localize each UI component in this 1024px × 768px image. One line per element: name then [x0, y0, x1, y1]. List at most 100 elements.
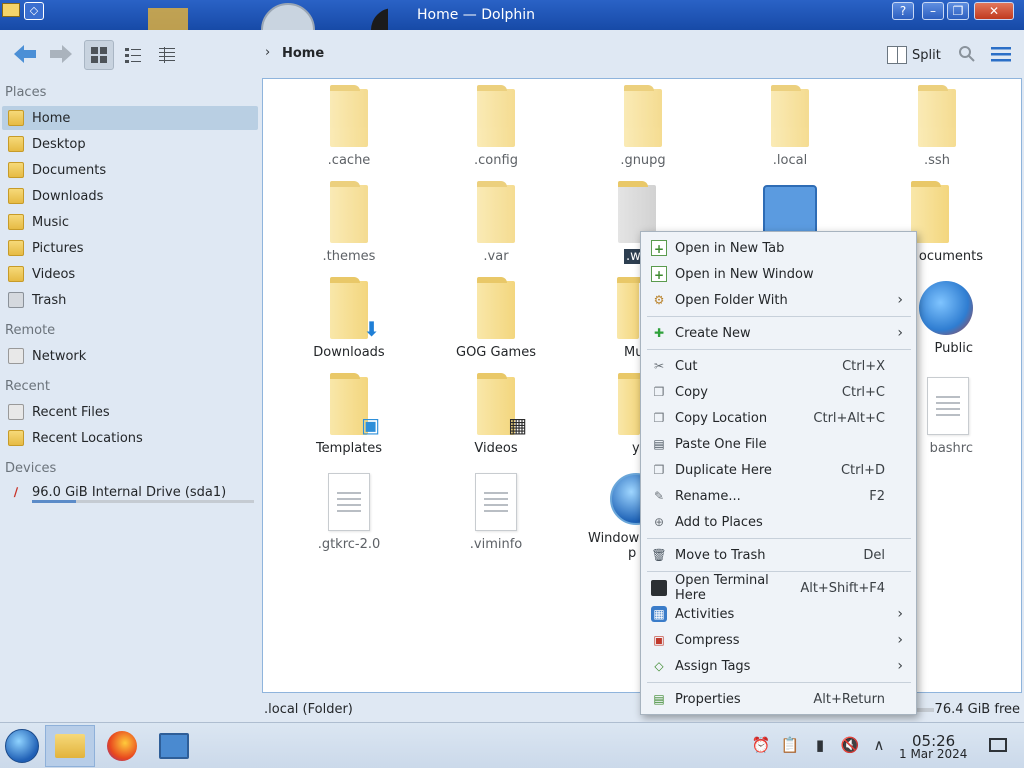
forward-button[interactable]	[46, 40, 76, 68]
menu-label: Open Terminal Here	[675, 573, 769, 603]
menu-separator	[647, 571, 911, 572]
menu-open-terminal-here[interactable]: Open Terminal Here Alt+Shift+F4	[645, 573, 913, 603]
menu-activities[interactable]: ▦ Activities ›	[645, 601, 913, 627]
menu-create-new[interactable]: ✚ Create New ›	[645, 320, 913, 346]
start-menu-icon[interactable]	[5, 729, 39, 763]
split-button[interactable]: Split	[887, 44, 941, 66]
place-label: Trash	[32, 292, 67, 308]
file-item[interactable]: .cache	[294, 85, 404, 168]
place-label: Home	[32, 110, 71, 126]
icons-view-button[interactable]	[84, 40, 114, 70]
submenu-arrow-icon: ›	[897, 606, 903, 622]
task-firefox[interactable]	[97, 725, 147, 767]
place-home[interactable]: Home	[2, 106, 258, 130]
menu-add-to-places[interactable]: ⊕ Add to Places	[645, 509, 913, 535]
menu-shortcut: Ctrl+Alt+C	[813, 410, 885, 426]
folder-app-icon[interactable]	[2, 3, 20, 17]
task-dolphin[interactable]	[45, 725, 95, 767]
file-item[interactable]: ▦ Videos	[441, 373, 551, 456]
file-item[interactable]: Window p	[588, 473, 662, 561]
menu-shortcut: Ctrl+C	[841, 384, 885, 400]
tray-expand-icon[interactable]: ∧	[869, 735, 889, 755]
menu-duplicate-here[interactable]: ❐ Duplicate Here Ctrl+D	[645, 457, 913, 483]
menu-open-in-new-tab[interactable]: + Open in New Tab	[645, 235, 913, 261]
breadcrumb-home[interactable]: Home	[282, 46, 324, 61]
music-folder-icon	[8, 214, 24, 230]
recent-files-icon	[8, 404, 24, 420]
place-network[interactable]: Network	[2, 344, 258, 368]
file-item-selected[interactable]: .w	[588, 181, 656, 264]
place-trash[interactable]: Trash	[2, 288, 258, 312]
file-item[interactable]: .ssh	[882, 85, 992, 168]
system-settings-icon	[159, 733, 189, 759]
hamburger-menu-button[interactable]	[989, 40, 1013, 68]
menu-copy[interactable]: ❐ Copy Ctrl+C	[645, 379, 913, 405]
file-item[interactable]: .gtkrc-2.0	[294, 473, 404, 552]
menu-label: Paste One File	[675, 436, 767, 452]
search-button[interactable]	[955, 40, 979, 68]
file-item[interactable]: .var	[441, 181, 551, 264]
show-desktop-icon[interactable]	[989, 738, 1007, 752]
file-item[interactable]: .gnupg	[588, 85, 698, 168]
videos-folder-icon: ▦	[477, 373, 527, 437]
copy-location-icon: ❐	[653, 411, 665, 425]
place-recent-locations[interactable]: Recent Locations	[2, 426, 258, 450]
place-recent-files[interactable]: Recent Files	[2, 400, 258, 424]
place-label: Recent Files	[32, 404, 110, 420]
compact-view-icon	[125, 48, 141, 63]
clock-date[interactable]: 1 Mar 2024	[899, 747, 967, 761]
menu-open-folder-with[interactable]: ⚙ Open Folder With ›	[645, 287, 913, 313]
file-item[interactable]: ya	[608, 373, 648, 456]
file-label: .gnupg	[620, 153, 666, 168]
remote-section-title: Remote	[5, 323, 56, 338]
place-desktop[interactable]: Desktop	[2, 132, 258, 156]
place-videos[interactable]: Videos	[2, 262, 258, 286]
place-documents[interactable]: Documents	[2, 158, 258, 182]
menu-copy-location[interactable]: ❐ Copy Location Ctrl+Alt+C	[645, 405, 913, 431]
file-item[interactable]: bashrc	[913, 377, 973, 456]
file-item[interactable]: GOG Games	[441, 277, 551, 360]
file-item[interactable]: ⬇ Downloads	[294, 277, 404, 360]
place-music[interactable]: Music	[2, 210, 258, 234]
maximize-button[interactable]: ❐	[947, 2, 969, 20]
menu-open-in-new-window[interactable]: + Open in New Window	[645, 261, 913, 287]
file-item[interactable]: .themes	[294, 181, 404, 264]
file-item[interactable]: ▣ Templates	[294, 373, 404, 456]
minimize-button[interactable]: –	[922, 2, 944, 20]
menu-cut[interactable]: ✂ Cut Ctrl+X	[645, 353, 913, 379]
menu-properties[interactable]: ▤ Properties Alt+Return	[645, 686, 913, 712]
search-icon	[959, 46, 975, 62]
tag-icon: ◇	[654, 659, 664, 673]
file-item[interactable]: .viminfo	[441, 473, 551, 552]
help-button[interactable]: ?	[892, 2, 914, 20]
battery-icon[interactable]: ▮	[810, 735, 830, 755]
folder-icon	[477, 181, 515, 243]
file-item[interactable]: .config	[441, 85, 551, 168]
place-label: Music	[32, 214, 69, 230]
file-label: p	[628, 546, 637, 561]
menu-rename[interactable]: ✎ Rename... F2	[645, 483, 913, 509]
folder-icon	[330, 85, 368, 147]
clipboard-icon[interactable]: 📋	[780, 735, 800, 755]
back-button[interactable]	[10, 40, 40, 68]
menu-compress[interactable]: ▣ Compress ›	[645, 627, 913, 653]
task-system-settings[interactable]	[149, 725, 199, 767]
file-item[interactable]: .local	[735, 85, 845, 168]
compact-view-button[interactable]	[118, 40, 148, 70]
menu-move-to-trash[interactable]: 🗑 Move to Trash Del	[645, 542, 913, 568]
place-label: Videos	[32, 266, 76, 282]
folder-icon	[918, 85, 956, 147]
window-menu-icon[interactable]: ◇	[24, 2, 44, 20]
menu-assign-tags[interactable]: ◇ Assign Tags ›	[645, 653, 913, 679]
notifications-icon[interactable]: ⏰	[751, 735, 771, 755]
details-view-button[interactable]	[152, 40, 182, 70]
downloads-folder-icon	[8, 188, 24, 204]
place-pictures[interactable]: Pictures	[2, 236, 258, 260]
file-item[interactable]: Mu	[603, 277, 647, 360]
close-button[interactable]: ✕	[974, 2, 1014, 20]
context-menu: + Open in New Tab + Open in New Window ⚙…	[640, 231, 917, 715]
place-downloads[interactable]: Downloads	[2, 184, 258, 208]
volume-muted-icon[interactable]: 🔇	[840, 735, 860, 755]
folder-icon	[477, 277, 515, 339]
menu-paste-one-file[interactable]: ▤ Paste One File	[645, 431, 913, 457]
